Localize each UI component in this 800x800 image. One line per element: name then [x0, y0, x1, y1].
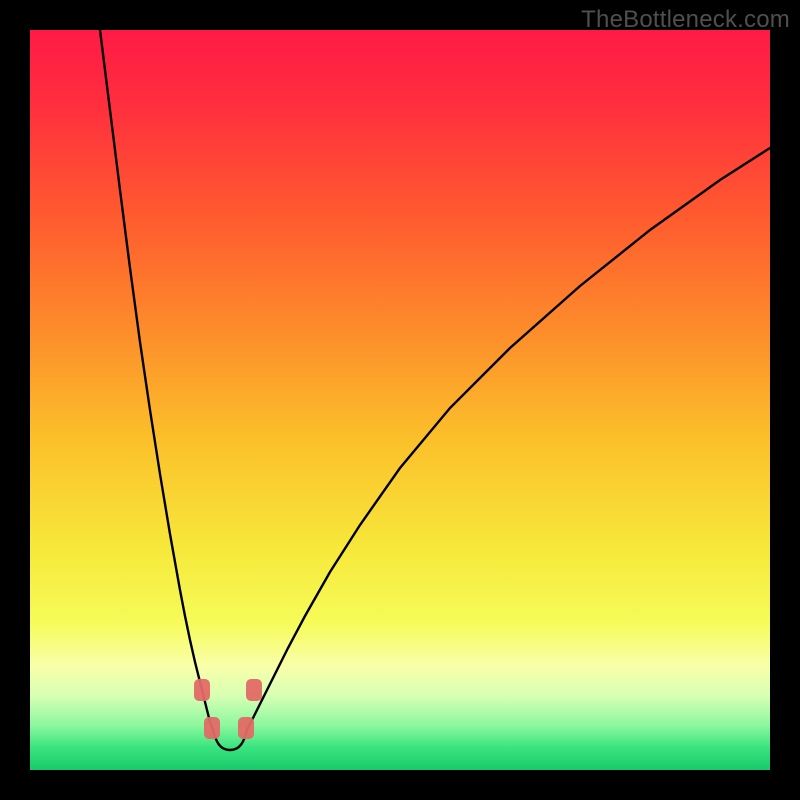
bottleneck-curve [30, 30, 770, 770]
curve-marker [194, 679, 210, 701]
plot-area [30, 30, 770, 770]
curve-marker [246, 679, 262, 701]
curve-right-branch [247, 148, 770, 730]
curve-marker [204, 717, 220, 739]
curve-left-branch [100, 30, 213, 730]
chart-frame: TheBottleneck.com [0, 0, 800, 800]
curve-marker [238, 717, 254, 739]
watermark-text: TheBottleneck.com [581, 6, 790, 34]
